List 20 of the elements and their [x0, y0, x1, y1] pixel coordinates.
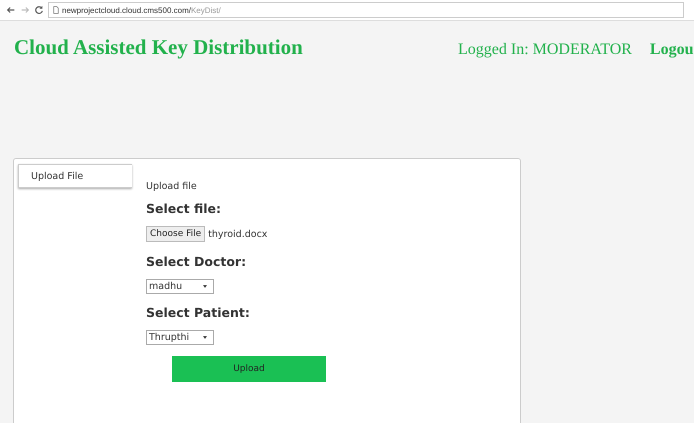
doctor-dropdown[interactable]: madhu — [146, 279, 214, 294]
reload-icon[interactable] — [34, 5, 44, 15]
choose-file-button[interactable]: Choose File — [146, 226, 206, 242]
caret-icon — [203, 285, 207, 288]
tab[interactable]: Upload File — [18, 164, 132, 188]
field-label: Select file: — [146, 201, 222, 216]
back-icon[interactable] — [6, 5, 16, 15]
login-status: Logged In: MODERATOR — [458, 41, 632, 59]
caret-icon — [203, 336, 207, 339]
field-label: Select Patient: — [146, 305, 250, 320]
patient-dropdown[interactable]: Thrupthi — [146, 330, 214, 345]
file-name: thyroid.docx — [208, 228, 268, 240]
field-label: Select Doctor: — [146, 254, 246, 269]
url-path: KeyDist/ — [190, 6, 221, 14]
form-heading: Upload file — [146, 181, 197, 192]
address-bar[interactable]: newprojectcloud.cloud.cms500.com/KeyDist/ — [48, 2, 684, 18]
page-icon — [53, 6, 59, 14]
upload-button[interactable]: Upload — [172, 356, 326, 382]
site-title: Cloud Assisted Key Distribution — [14, 35, 304, 60]
url-host: newprojectcloud.cloud.cms500.com/ — [62, 6, 191, 14]
